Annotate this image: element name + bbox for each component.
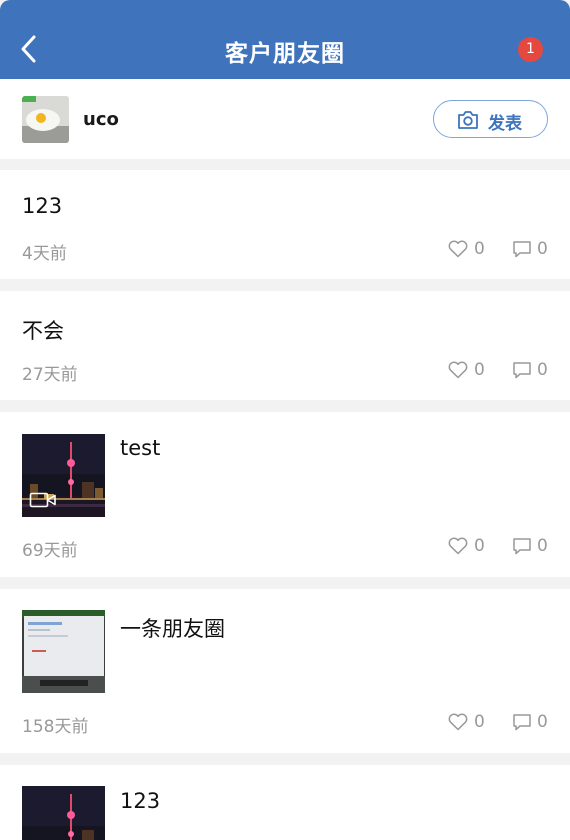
- heart-icon: [448, 713, 468, 731]
- heart-icon: [448, 240, 468, 258]
- post-image-thumbnail[interactable]: [22, 610, 105, 693]
- comment-icon: [513, 538, 531, 555]
- post-card[interactable]: 一条朋友圈 158天前 0 0: [0, 589, 570, 753]
- post-video-thumbnail[interactable]: [22, 434, 105, 517]
- like-count: 0: [474, 536, 485, 556]
- comment-icon: [513, 714, 531, 731]
- comment-count: 0: [537, 239, 548, 259]
- post-button[interactable]: 发表: [433, 100, 548, 138]
- post-button-label: 发表: [488, 114, 522, 134]
- top-nav-bar: 客户朋友圈 1: [0, 0, 570, 79]
- comment-count: 0: [537, 712, 548, 732]
- avatar[interactable]: [22, 96, 69, 143]
- notification-badge[interactable]: 1: [518, 37, 543, 62]
- post-text: 123: [22, 194, 63, 218]
- post-image-thumbnail[interactable]: [22, 786, 105, 840]
- post-time: 27天前: [22, 365, 78, 385]
- post-card[interactable]: 123: [0, 765, 570, 840]
- post-text: 不会: [22, 319, 64, 343]
- username: uco: [83, 109, 119, 130]
- comment-count: 0: [537, 536, 548, 556]
- like-count: 0: [474, 239, 485, 259]
- post-card[interactable]: 123 4天前 0 0: [0, 170, 570, 279]
- camera-icon: [458, 111, 478, 129]
- heart-icon: [448, 361, 468, 379]
- post-time: 69天前: [22, 541, 78, 561]
- like-count: 0: [474, 360, 485, 380]
- post-time: 4天前: [22, 244, 67, 264]
- post-card[interactable]: test 69天前 0 0: [0, 412, 570, 577]
- comment-icon: [513, 241, 531, 258]
- post-text: 123: [120, 789, 161, 813]
- heart-icon: [448, 537, 468, 555]
- post-text: test: [120, 436, 161, 460]
- user-bar: uco 发表: [0, 79, 570, 159]
- like-count: 0: [474, 712, 485, 732]
- post-card[interactable]: 不会 27天前 0 0: [0, 291, 570, 400]
- comment-count: 0: [537, 360, 548, 380]
- post-text: 一条朋友圈: [120, 617, 225, 641]
- page-title: 客户朋友圈: [225, 41, 345, 67]
- post-time: 158天前: [22, 717, 89, 737]
- comment-icon: [513, 362, 531, 379]
- video-icon: [29, 492, 56, 508]
